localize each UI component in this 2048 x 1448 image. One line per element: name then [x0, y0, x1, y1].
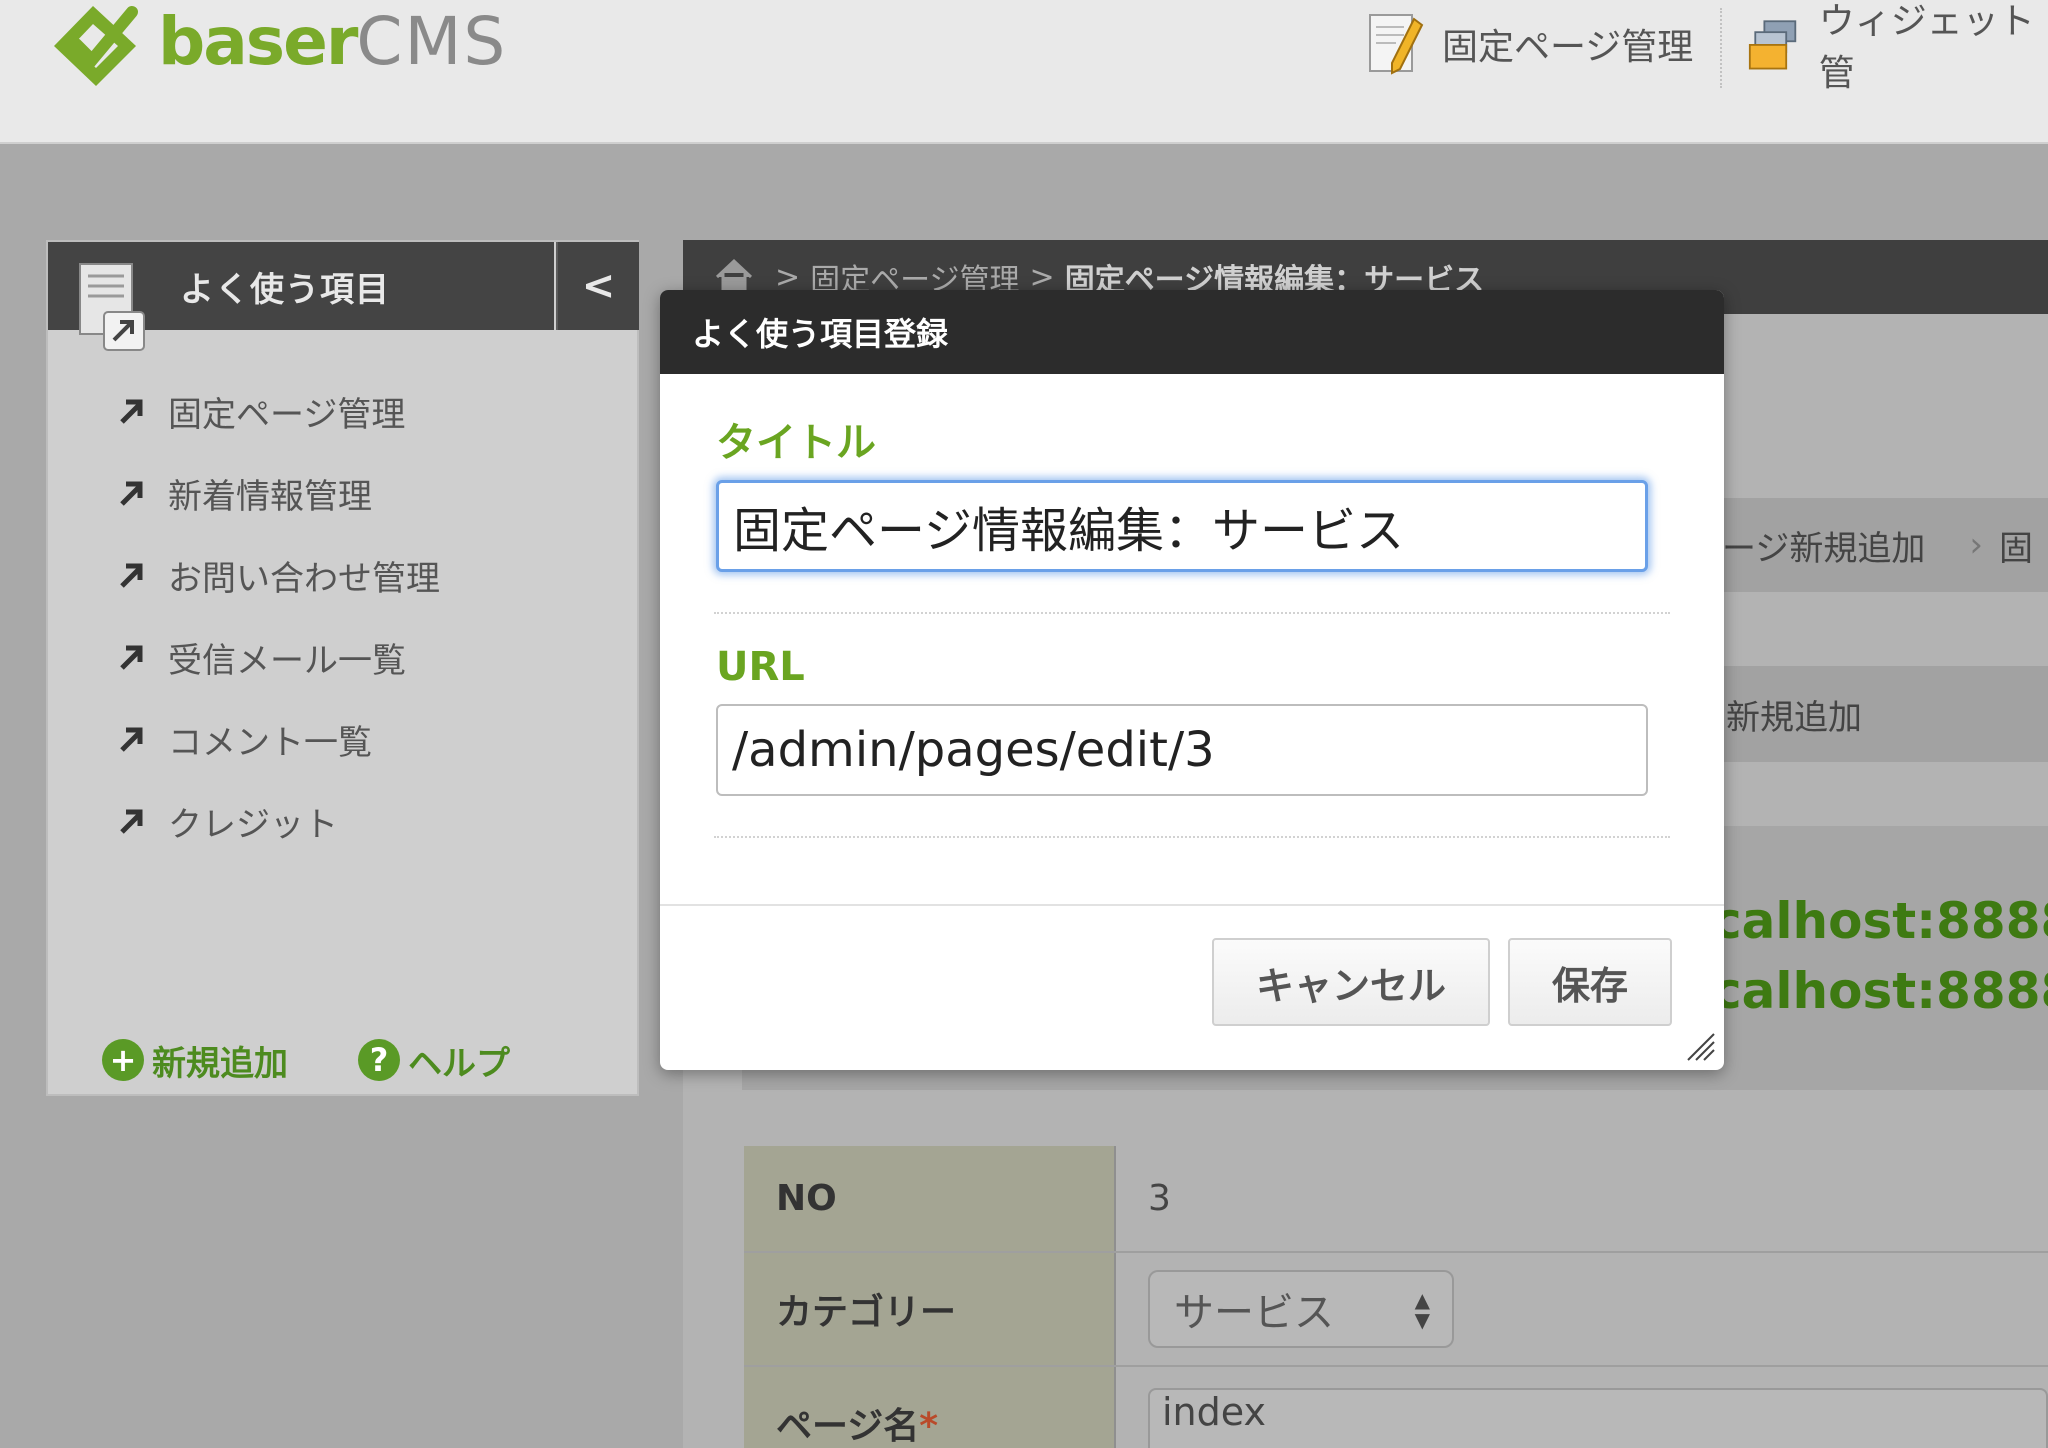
shortcut-arrow-icon — [120, 399, 143, 424]
add-favorite-button[interactable]: + 新規追加 — [102, 1036, 288, 1085]
favorites-list: 固定ページ管理 新着情報管理 お問い合わせ管理 受信メール一覧 コメント一覧 ク… — [116, 370, 440, 862]
shortcut-arrow-icon — [120, 727, 143, 752]
row-label-page-name: ページ名* — [744, 1366, 1116, 1448]
basercms-logo[interactable]: baserCMS — [40, 0, 507, 90]
title-input[interactable] — [716, 480, 1648, 572]
nav-widget-label: ウィジェット管 — [1818, 1, 2035, 94]
shortcut-arrow-icon — [120, 809, 143, 834]
favorites-footer: + 新規追加 ? ヘルプ — [102, 1032, 510, 1088]
subnav-separator-icon: › — [1969, 525, 1983, 565]
save-button[interactable]: 保存 — [1508, 938, 1672, 1026]
favorite-item-credits[interactable]: クレジット — [116, 780, 440, 862]
row-label-no: NO — [744, 1146, 1116, 1253]
favorites-sidebar: よく使う項目 < 固定ページ管理 新着情報管理 お問い合わせ管理 受信メール一覧… — [46, 240, 639, 1096]
favorite-item-label: クレジット — [168, 804, 338, 845]
resize-grip-icon[interactable] — [1682, 1028, 1716, 1062]
favorites-title: よく使う項目 — [180, 269, 390, 310]
sidebar-collapse-button[interactable]: < — [556, 242, 639, 330]
row-value-category: サービス ▲ ▼ — [1115, 1252, 2048, 1367]
help-label: ヘルプ — [408, 1043, 510, 1084]
table-row: ページ名* index — [744, 1366, 2048, 1448]
page-info-table: NO 3 カテゴリー サービス ▲ ▼ ページ名* index — [744, 1146, 2048, 1448]
favorite-item-label: 固定ページ管理 — [168, 394, 406, 435]
top-header: baserCMS 固定ページ管理 ウィジェット管 — [0, 0, 2048, 144]
table-row: カテゴリー サービス ▲ ▼ — [744, 1252, 2048, 1367]
shortcut-arrow-icon — [120, 645, 143, 670]
dialog-divider — [714, 836, 1670, 838]
subnav-row-2: 新規追加 — [1722, 666, 2048, 762]
favorite-item-label: お問い合わせ管理 — [168, 558, 440, 599]
dialog-titlebar[interactable]: よく使う項目登録 — [660, 290, 1724, 374]
page-url-link[interactable]: calhost:8888/ — [1712, 892, 2048, 950]
row-value-no: 3 — [1115, 1146, 2048, 1253]
nav-pages-label: 固定ページ管理 — [1442, 27, 1694, 68]
logo-wordmark-cms: CMS — [356, 3, 508, 80]
subnav-row-1: ージ新規追加 › 固 — [1722, 498, 2048, 592]
favorite-item-contact[interactable]: お問い合わせ管理 — [116, 534, 440, 616]
row-label-category: カテゴリー — [744, 1252, 1116, 1367]
nav-divider — [1720, 8, 1722, 88]
dialog-divider — [714, 612, 1670, 614]
add-favorite-label: 新規追加 — [152, 1043, 288, 1084]
logo-wordmark: baserCMS — [158, 9, 507, 75]
table-row: NO 3 — [744, 1146, 2048, 1253]
shortcut-arrow-icon — [120, 563, 143, 588]
title-field-label: タイトル — [716, 420, 876, 466]
page-name-input[interactable]: index — [1148, 1388, 2048, 1448]
subnav-add-page-link[interactable]: ージ新規追加 — [1722, 521, 1925, 570]
dialog-title: よく使う項目登録 — [692, 315, 949, 353]
nav-widget-management[interactable]: ウィジェット管 — [1748, 1, 2048, 94]
basercms-logo-icon — [54, 6, 138, 86]
url-field-label: URL — [716, 644, 805, 690]
widget-folder-icon — [1748, 20, 1797, 70]
dialog-footer: キャンセル 保存 — [660, 904, 1724, 1070]
favorite-item-label: 受信メール一覧 — [168, 640, 406, 681]
url-input[interactable] — [716, 704, 1648, 796]
favorite-item-label: コメント一覧 — [168, 722, 372, 763]
favorite-item-received-mail[interactable]: 受信メール一覧 — [116, 616, 440, 698]
cancel-button[interactable]: キャンセル — [1212, 938, 1490, 1026]
plus-circle-icon: + — [102, 1039, 144, 1081]
category-select[interactable]: サービス ▲ ▼ — [1148, 1270, 1454, 1348]
add-favorite-dialog: よく使う項目登録 タイトル URL キャンセル 保存 — [660, 290, 1724, 1070]
favorites-document-icon — [79, 263, 145, 351]
help-button[interactable]: ? ヘルプ — [358, 1036, 510, 1085]
favorite-item-comments[interactable]: コメント一覧 — [116, 698, 440, 780]
favorites-header: よく使う項目 — [48, 242, 554, 351]
row-value-page-name: index — [1115, 1366, 2048, 1448]
favorite-item-news[interactable]: 新着情報管理 — [116, 452, 440, 534]
nav-pages-management[interactable]: 固定ページ管理 — [1366, 4, 1693, 84]
subnav-add-link[interactable]: 新規追加 — [1726, 690, 1862, 739]
shortcut-arrow-icon — [120, 481, 143, 506]
category-select-value: サービス — [1174, 1290, 1334, 1336]
logo-wordmark-baser: baser — [158, 3, 358, 80]
document-edit-icon — [1369, 14, 1424, 75]
help-circle-icon: ? — [358, 1039, 400, 1081]
page-name-label: ページ名 — [776, 1406, 920, 1447]
favorite-item-label: 新着情報管理 — [168, 476, 372, 517]
required-mark: * — [919, 1406, 939, 1447]
subnav-more-link[interactable]: 固 — [1999, 521, 2033, 570]
favorite-item-pages[interactable]: 固定ページ管理 — [116, 370, 440, 452]
page-url-link[interactable]: calhost:8888/ — [1712, 962, 2048, 1020]
select-arrows-icon: ▲ ▼ — [1414, 1288, 1430, 1332]
